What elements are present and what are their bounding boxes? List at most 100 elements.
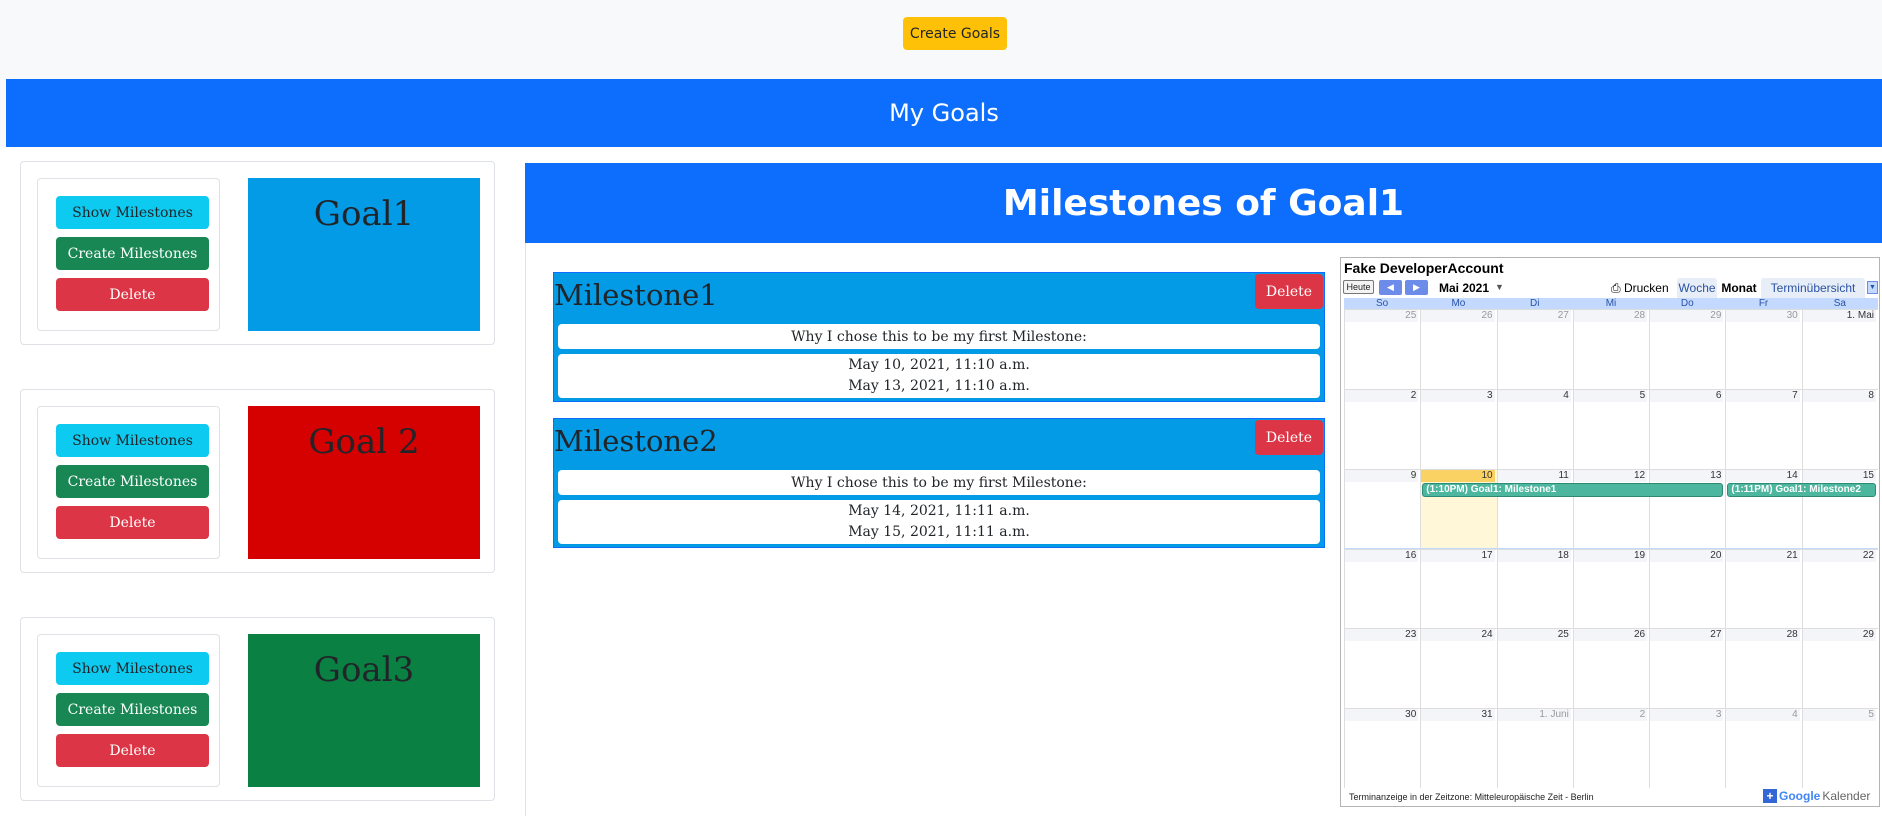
delete-goal-button[interactable]: Delete (56, 734, 209, 767)
calendar-day-cell[interactable]: 29 (1801, 628, 1878, 709)
day-number: 9 (1345, 469, 1419, 482)
calendar-day-cell[interactable]: 27 (1649, 628, 1726, 709)
calendar-day-cell[interactable]: 20 (1649, 548, 1726, 629)
day-number: 23 (1345, 629, 1419, 642)
calendar-day-cell[interactable]: 30 (1344, 708, 1421, 788)
month-dropdown-icon[interactable]: ▼ (1495, 282, 1504, 292)
weekday-header: Mi (1605, 298, 1617, 309)
calendar-day-cell[interactable]: 5 (1572, 388, 1650, 469)
delete-milestone-button[interactable]: Delete (1255, 420, 1323, 455)
google-logo: Google (1779, 789, 1821, 803)
calendar-day-cell[interactable]: 6 (1649, 388, 1726, 469)
print-button[interactable]: ⎙ Drucken (1611, 281, 1669, 296)
goal-name: Goal 2 (308, 422, 420, 462)
day-number: 27 (1497, 310, 1571, 322)
milestone-dates: May 10, 2021, 11:10 a.m. May 13, 2021, 1… (558, 354, 1320, 398)
day-number: 25 (1497, 629, 1571, 642)
day-number: 20 (1650, 549, 1724, 562)
show-milestones-button[interactable]: Show Milestones (56, 424, 209, 457)
create-milestones-button[interactable]: Create Milestones (56, 237, 209, 270)
calendar-day-cell[interactable]: 30 (1725, 309, 1802, 389)
calendar-day-cell[interactable]: 9 (1344, 468, 1421, 549)
day-number: 8 (1802, 389, 1876, 402)
goal-card: Show Milestones Create Milestones Delete… (20, 389, 495, 573)
chevron-down-icon[interactable]: ▼ (1867, 281, 1878, 294)
tab-week[interactable]: Woche (1677, 278, 1717, 298)
calendar-day-cell[interactable]: 21 (1725, 548, 1802, 629)
milestone-name: Milestone1 (554, 278, 718, 312)
calendar-day-cell[interactable]: 8 (1801, 388, 1878, 469)
calendar-day-cell[interactable]: 29 (1649, 309, 1726, 389)
calendar-day-cell[interactable]: 12 (1572, 468, 1650, 549)
my-goals-banner: My Goals (6, 79, 1882, 147)
day-number: 21 (1726, 549, 1800, 562)
calendar-day-cell[interactable]: 15 (1801, 468, 1878, 549)
calendar-day-cell[interactable]: 25 (1344, 309, 1421, 389)
day-number: 18 (1497, 549, 1571, 562)
calendar-day-cell[interactable]: 10 (1420, 468, 1497, 549)
tab-month[interactable]: Monat (1719, 278, 1759, 298)
calendar-day-cell[interactable]: 23 (1344, 628, 1421, 709)
calendar-day-cell[interactable]: 11 (1496, 468, 1573, 549)
calendar-day-cell[interactable]: 24 (1420, 628, 1497, 709)
calendar-grid: So Mo Di Mi Do Fr Sa 25 26 27 28 29 30 1. Mai 2 3 4 5 6 7 8 9… (1344, 298, 1878, 788)
calendar-day-cell[interactable]: 22 (1801, 548, 1878, 629)
day-number: 26 (1421, 310, 1495, 322)
calendar-day-cell[interactable]: 28 (1572, 309, 1650, 389)
day-number: 16 (1345, 549, 1419, 562)
day-number: 22 (1802, 549, 1876, 562)
calendar-day-cell[interactable]: 14 (1725, 468, 1802, 549)
calendar-day-cell[interactable]: 28 (1725, 628, 1802, 709)
calendar-day-cell[interactable]: 3 (1420, 388, 1497, 469)
calendar-day-cell[interactable]: 7 (1725, 388, 1802, 469)
today-button[interactable]: Heute (1343, 280, 1374, 294)
weekday-header: Mo (1451, 298, 1466, 309)
day-number: 4 (1726, 709, 1800, 722)
calendar-event[interactable]: (1:10PM) Goal1: Milestone1 (1422, 482, 1724, 497)
milestone-reason: Why I chose this to be my first Mileston… (558, 470, 1320, 495)
weekday-header: Fr (1758, 298, 1769, 309)
calendar-day-cell[interactable]: 17 (1420, 548, 1497, 629)
day-number: 15 (1802, 469, 1876, 482)
chevron-right-icon[interactable]: ▶ (1405, 280, 1428, 295)
calendar-event[interactable]: (1:11PM) Goal1: Milestone2 (1727, 482, 1876, 497)
delete-goal-button[interactable]: Delete (56, 278, 209, 311)
calendar-day-cell[interactable]: 26 (1572, 628, 1650, 709)
calendar-day-cell[interactable]: 19 (1572, 548, 1650, 629)
calendar-day-cell[interactable]: 18 (1496, 548, 1573, 629)
day-number: 10 (1421, 469, 1495, 482)
calendar-day-cell[interactable]: 26 (1420, 309, 1497, 389)
month-label: Mai 2021 (1439, 281, 1490, 295)
calendar-day-cell[interactable]: 2 (1572, 708, 1650, 788)
show-milestones-button[interactable]: Show Milestones (56, 652, 209, 685)
goal-card: Show Milestones Create Milestones Delete… (20, 617, 495, 801)
calendar-day-cell[interactable]: 27 (1496, 309, 1573, 389)
day-number: 30 (1345, 709, 1419, 722)
calendar-day-cell[interactable]: 13 (1649, 468, 1726, 549)
delete-milestone-button[interactable]: Delete (1255, 274, 1323, 309)
calendar-day-cell[interactable]: 31 (1420, 708, 1497, 788)
calendar-day-cell[interactable]: 1. Mai (1801, 309, 1878, 389)
create-milestones-button[interactable]: Create Milestones (56, 693, 209, 726)
create-milestones-button[interactable]: Create Milestones (56, 465, 209, 498)
show-milestones-button[interactable]: Show Milestones (56, 196, 209, 229)
calendar-day-cell[interactable]: 4 (1496, 388, 1573, 469)
calendar-day-cell[interactable]: 4 (1725, 708, 1802, 788)
calendar-day-cell[interactable]: 1. Juni (1496, 708, 1573, 788)
goal-tile: Goal3 (248, 634, 480, 787)
calendar-day-cell[interactable]: 16 (1344, 548, 1421, 629)
calendar-day-cell[interactable]: 25 (1496, 628, 1573, 709)
milestones-title: Milestones of Goal1 (1002, 182, 1405, 224)
calendar-day-cell[interactable]: 2 (1344, 388, 1421, 469)
calendar-day-cell[interactable]: 3 (1649, 708, 1726, 788)
main-content: Show Milestones Create Milestones Delete… (0, 147, 1882, 816)
weekday-header: So (1376, 298, 1389, 309)
google-calendar-link[interactable]: + Google Kalender (1763, 788, 1870, 804)
tab-agenda[interactable]: Terminübersicht (1761, 278, 1865, 298)
milestone-name: Milestone2 (554, 424, 718, 458)
timezone-note: Terminanzeige in der Zeitzone: Mitteleur… (1349, 792, 1594, 802)
chevron-left-icon[interactable]: ◀ (1379, 280, 1402, 295)
delete-goal-button[interactable]: Delete (56, 506, 209, 539)
calendar-day-cell[interactable]: 5 (1801, 708, 1878, 788)
create-goals-button[interactable]: Create Goals (903, 17, 1007, 50)
